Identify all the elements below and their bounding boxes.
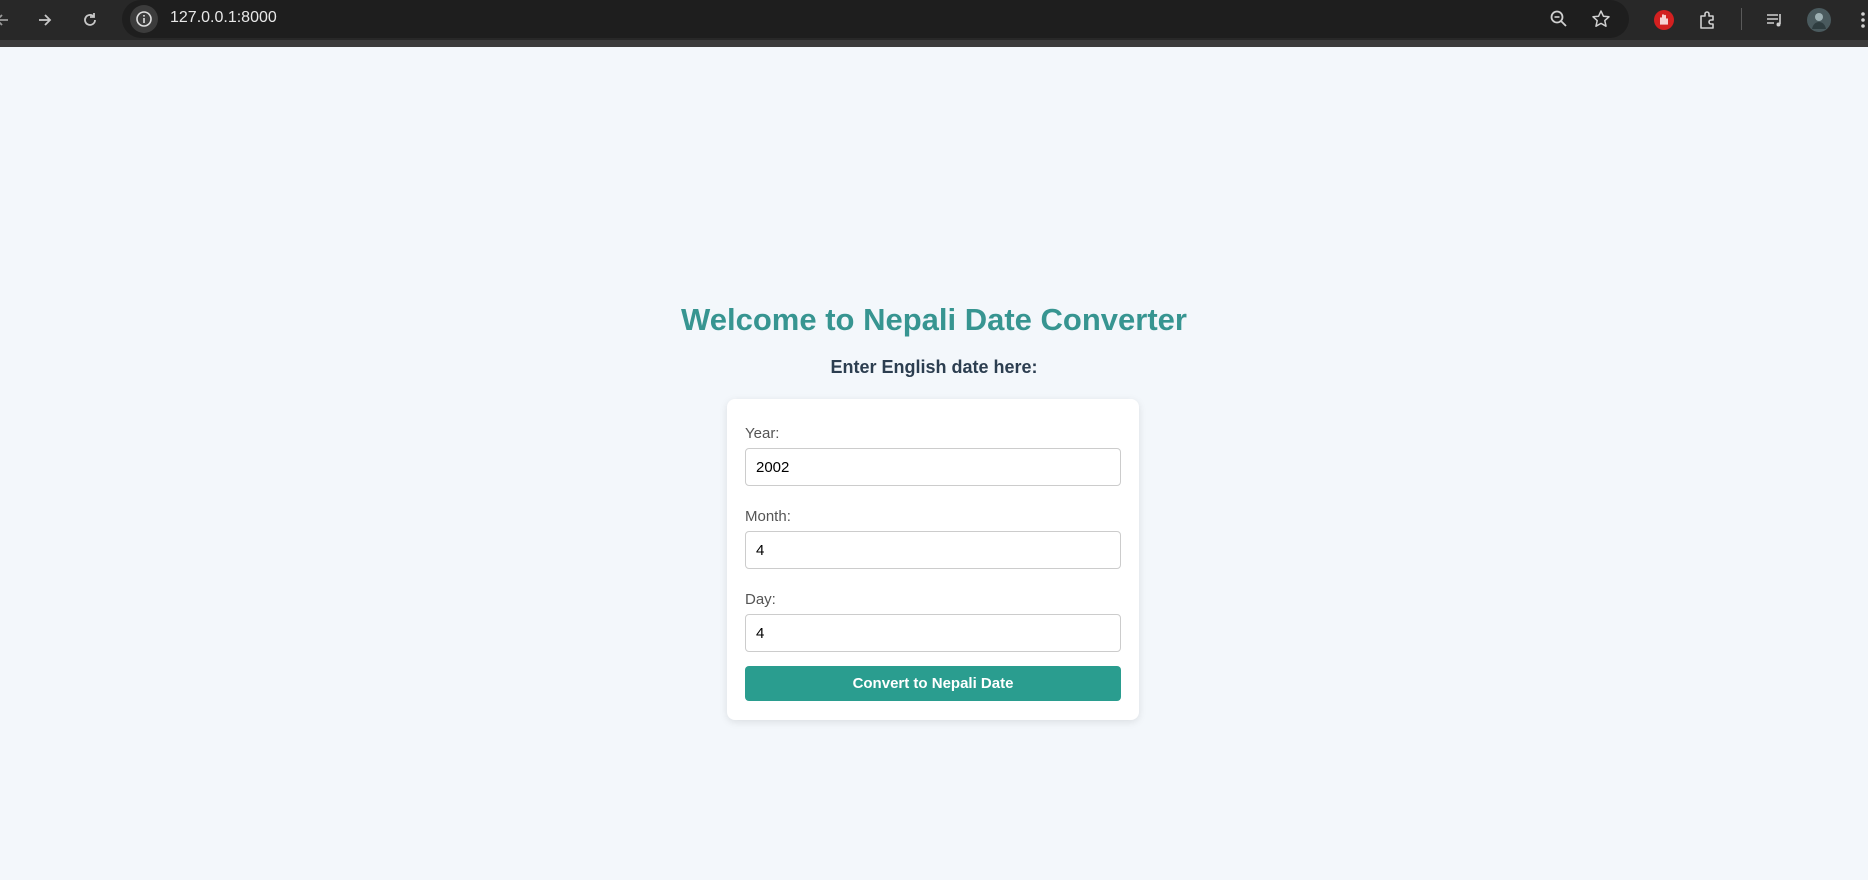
convert-button[interactable]: Convert to Nepali Date: [745, 666, 1121, 701]
toolbar-border: [0, 40, 1868, 47]
toolbar-divider: [1741, 8, 1742, 30]
year-input[interactable]: [745, 448, 1121, 486]
day-input[interactable]: [745, 614, 1121, 652]
date-form: Year: Month: Day: Convert to Nepali Date: [727, 399, 1139, 720]
stop-hand-icon[interactable]: [1649, 5, 1679, 35]
back-arrow-icon[interactable]: [0, 6, 16, 34]
address-bar[interactable]: 127.0.0.1:8000: [122, 0, 1629, 38]
avatar-icon[interactable]: [1804, 5, 1834, 35]
forward-arrow-icon[interactable]: [31, 6, 59, 34]
media-queue-icon[interactable]: [1760, 5, 1790, 35]
star-icon[interactable]: [1587, 5, 1615, 33]
info-icon[interactable]: [130, 5, 158, 33]
month-input[interactable]: [745, 531, 1121, 569]
year-label: Year:: [745, 425, 780, 442]
puzzle-icon[interactable]: [1693, 5, 1723, 35]
url-text[interactable]: 127.0.0.1:8000: [170, 9, 277, 27]
page-title: Welcome to Nepali Date Converter: [681, 302, 1187, 337]
day-label: Day:: [745, 591, 776, 608]
page-subtitle: Enter English date here:: [830, 357, 1038, 377]
zoom-out-icon[interactable]: [1545, 5, 1573, 33]
kebab-menu-icon[interactable]: [1848, 5, 1868, 35]
browser-toolbar: 127.0.0.1:8000: [0, 0, 1868, 40]
reload-icon[interactable]: [76, 6, 104, 34]
month-label: Month:: [745, 508, 791, 525]
